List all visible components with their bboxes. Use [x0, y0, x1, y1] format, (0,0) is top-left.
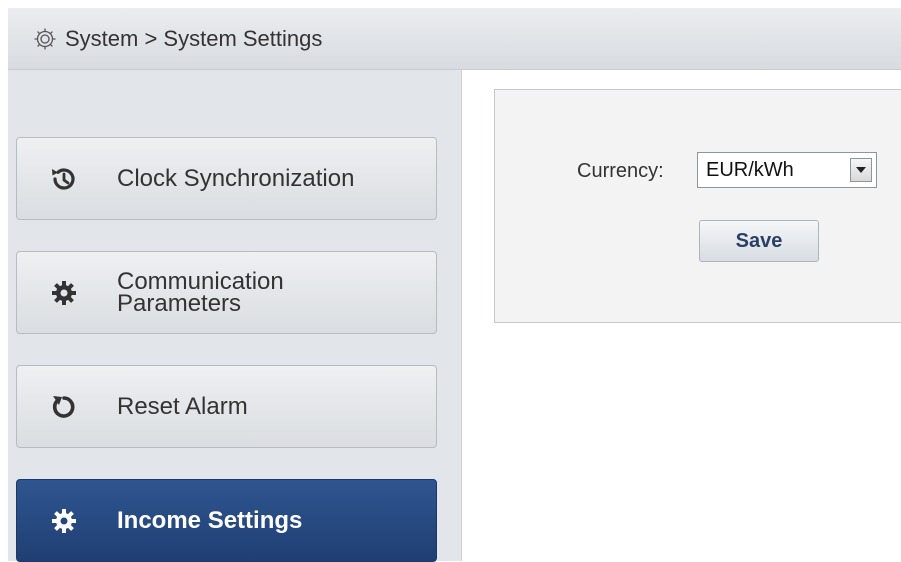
- save-button[interactable]: Save: [699, 220, 819, 262]
- reset-icon: [48, 391, 80, 423]
- chevron-down-icon[interactable]: [850, 158, 872, 182]
- income-settings-panel: Currency: EUR/kWh Save: [494, 89, 901, 323]
- sidebar-item-clock-synchronization[interactable]: Clock Synchronization: [16, 137, 437, 220]
- sidebar-item-communication-parameters[interactable]: Communication Parameters: [16, 251, 437, 334]
- sidebar-item-label: Communication Parameters: [117, 267, 284, 317]
- sidebar-item-reset-alarm[interactable]: Reset Alarm: [16, 365, 437, 448]
- currency-value: EUR/kWh: [706, 159, 794, 181]
- main-content: Currency: EUR/kWh Save: [463, 70, 901, 561]
- currency-label: Currency:: [577, 160, 664, 182]
- clock-history-icon: [48, 163, 80, 195]
- sidebar-item-label: Income Settings: [117, 506, 303, 534]
- sidebar: Clock Synchronization Communication Para…: [8, 70, 462, 562]
- gear-outline-icon: [33, 27, 57, 51]
- breadcrumb: System > System Settings: [65, 25, 323, 51]
- sidebar-item-label: Reset Alarm: [117, 392, 248, 420]
- sidebar-item-label: Clock Synchronization: [117, 164, 355, 192]
- currency-select[interactable]: EUR/kWh: [697, 152, 877, 188]
- sidebar-item-income-settings[interactable]: Income Settings: [16, 479, 437, 562]
- gear-icon: [48, 277, 80, 309]
- header-bar: System > System Settings: [8, 8, 901, 70]
- gear-icon: [48, 505, 80, 537]
